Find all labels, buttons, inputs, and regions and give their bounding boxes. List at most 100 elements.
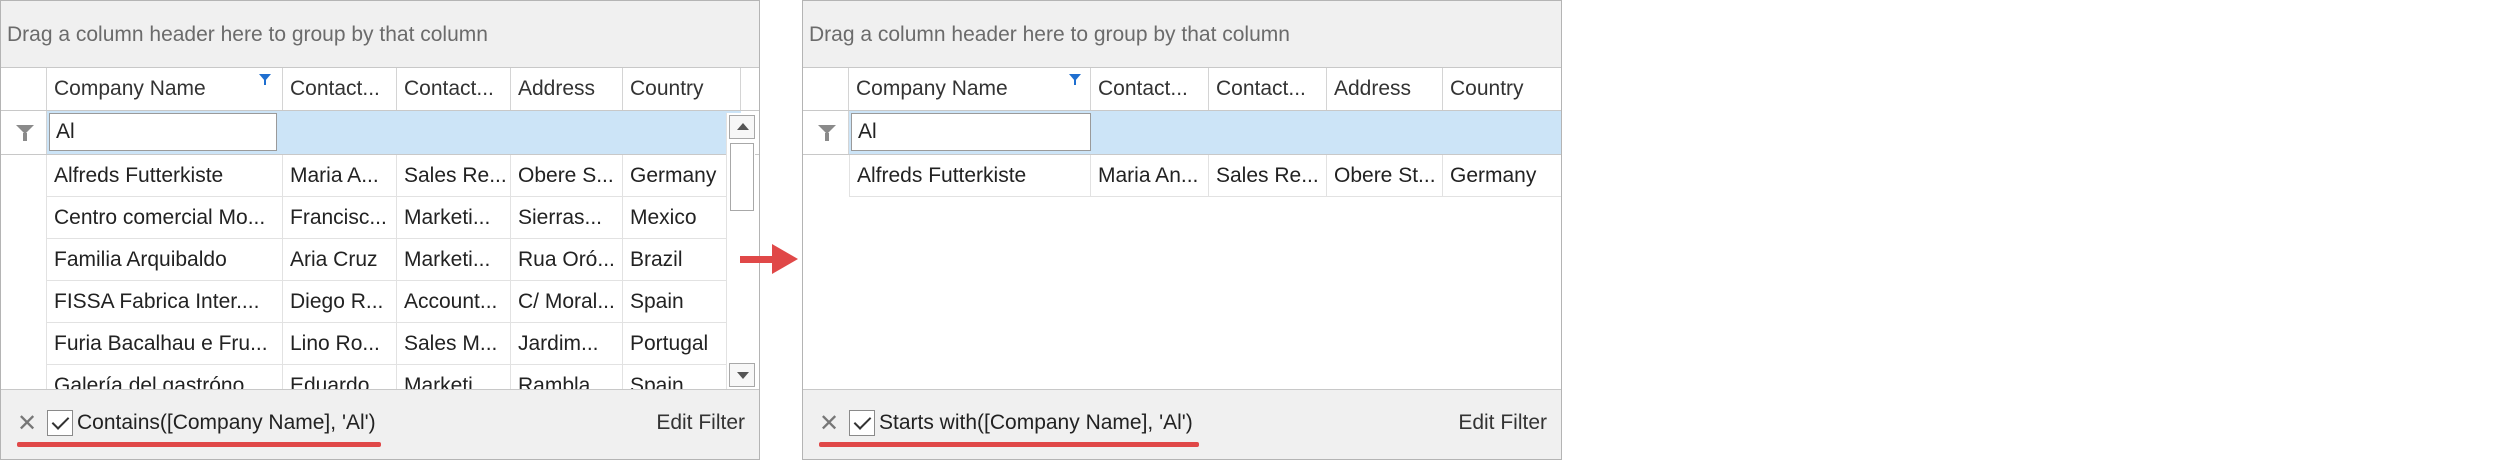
cell-company-name[interactable]: FISSA Fabrica Inter.... (47, 281, 283, 323)
filter-enabled-checkbox[interactable] (47, 410, 73, 436)
row-indicator (1, 239, 47, 281)
data-rows: Alfreds Futterkiste Maria An... Sales Re… (803, 155, 1561, 391)
row-indicator (1, 365, 47, 391)
column-header-company-name[interactable]: Company Name (849, 68, 1091, 110)
cell-company-name[interactable]: Galería del gastróno... (47, 365, 283, 391)
cell-country[interactable]: Mexico (623, 197, 729, 239)
auto-filter-input-company-name[interactable] (851, 113, 1091, 151)
table-row[interactable]: Alfreds Futterkiste Maria An... Sales Re… (803, 155, 1561, 197)
column-header-country[interactable]: Country (623, 68, 741, 110)
cell-country[interactable]: Portugal (623, 323, 729, 365)
cell-contact-title[interactable]: Sales M... (397, 323, 511, 365)
table-row[interactable]: Furia Bacalhau e Fru... Lino Ro... Sales… (1, 323, 759, 365)
cell-address[interactable]: Rambla... (511, 365, 623, 391)
cell-company-name[interactable]: Centro comercial Mo... (47, 197, 283, 239)
cell-company-name[interactable]: Familia Arquibaldo (47, 239, 283, 281)
table-row[interactable]: FISSA Fabrica Inter.... Diego R... Accou… (1, 281, 759, 323)
column-header-label: Contact... (1098, 77, 1188, 100)
cell-contact-title[interactable]: Sales Re... (1209, 155, 1327, 197)
row-indicator (1, 197, 47, 239)
auto-filter-row (803, 111, 1561, 155)
cell-contact-name[interactable]: Eduardo... (283, 365, 397, 391)
row-indicator (1, 155, 47, 197)
filter-expression[interactable]: Contains([Company Name], 'Al') (77, 410, 376, 436)
cell-contact-title[interactable]: Sales Re... (397, 155, 511, 197)
column-header-country[interactable]: Country (1443, 68, 1561, 110)
auto-filter-input-company-name[interactable] (49, 113, 277, 151)
cell-address[interactable]: Obere St... (1327, 155, 1443, 197)
column-header-label: Country (1450, 77, 1524, 100)
column-header-label: Contact... (290, 77, 380, 100)
auto-filter-indicator (803, 111, 849, 154)
column-header-contact-name[interactable]: Contact... (1091, 68, 1209, 110)
funnel-icon (818, 125, 836, 141)
close-icon[interactable]: ✕ (17, 412, 37, 436)
group-panel[interactable]: Drag a column header here to group by th… (1, 1, 759, 68)
table-row[interactable]: Alfreds Futterkiste Maria A... Sales Re.… (1, 155, 759, 197)
grid-starts-with-filter: Drag a column header here to group by th… (802, 0, 1562, 460)
column-header-label: Contact... (404, 77, 494, 100)
column-header-label: Contact... (1216, 77, 1306, 100)
cell-address[interactable]: Obere S... (511, 155, 623, 197)
cell-contact-title[interactable]: Marketi... (397, 197, 511, 239)
table-row[interactable]: Galería del gastróno... Eduardo... Marke… (1, 365, 759, 391)
filter-panel: ✕ Starts with([Company Name], 'Al') Edit… (803, 389, 1561, 459)
table-row[interactable]: Centro comercial Mo... Francisc... Marke… (1, 197, 759, 239)
column-header-label: Country (630, 77, 704, 100)
cell-company-name[interactable]: Alfreds Futterkiste (849, 155, 1091, 197)
column-header-contact-title[interactable]: Contact... (397, 68, 511, 110)
filter-applied-icon[interactable] (1069, 74, 1081, 85)
cell-company-name[interactable]: Alfreds Futterkiste (47, 155, 283, 197)
cell-country[interactable]: Germany (1443, 155, 1561, 197)
column-header-company-name[interactable]: Company Name (47, 68, 283, 110)
cell-address[interactable]: Rua Oró... (511, 239, 623, 281)
column-header-label: Company Name (856, 77, 1008, 100)
scroll-thumb[interactable] (730, 143, 754, 211)
table-row[interactable]: Familia Arquibaldo Aria Cruz Marketi... … (1, 239, 759, 281)
grid-contains-filter: Drag a column header here to group by th… (0, 0, 760, 460)
cell-country[interactable]: Spain (623, 281, 729, 323)
group-panel[interactable]: Drag a column header here to group by th… (803, 1, 1561, 68)
column-header-label: Address (518, 77, 596, 100)
column-header-address[interactable]: Address (1327, 68, 1443, 110)
filter-expression[interactable]: Starts with([Company Name], 'Al') (879, 410, 1193, 436)
scroll-up-button[interactable] (729, 115, 755, 139)
cell-address[interactable]: Sierras... (511, 197, 623, 239)
cell-contact-title[interactable]: Marketi... (397, 365, 511, 391)
row-indicator (803, 155, 849, 197)
row-indicator (1, 281, 47, 323)
funnel-icon (16, 125, 34, 141)
cell-country[interactable]: Brazil (623, 239, 729, 281)
auto-filter-row (1, 111, 759, 155)
cell-country[interactable]: Germany (623, 155, 729, 197)
cell-contact-name[interactable]: Francisc... (283, 197, 397, 239)
cell-contact-title[interactable]: Marketi... (397, 239, 511, 281)
edit-filter-button[interactable]: Edit Filter (1458, 410, 1547, 436)
cell-contact-title[interactable]: Account... (397, 281, 511, 323)
column-header-contact-name[interactable]: Contact... (283, 68, 397, 110)
cell-company-name[interactable]: Furia Bacalhau e Fru... (47, 323, 283, 365)
filter-applied-icon[interactable] (259, 74, 271, 85)
cell-contact-name[interactable]: Maria An... (1091, 155, 1209, 197)
column-header-address[interactable]: Address (511, 68, 623, 110)
cell-contact-name[interactable]: Lino Ro... (283, 323, 397, 365)
cell-address[interactable]: Jardim... (511, 323, 623, 365)
column-header-row: Company Name Contact... Contact... Addre… (1, 68, 759, 111)
filter-enabled-checkbox[interactable] (849, 410, 875, 436)
edit-filter-button[interactable]: Edit Filter (656, 410, 745, 436)
filter-panel: ✕ Contains([Company Name], 'Al') Edit Fi… (1, 389, 759, 459)
cell-contact-name[interactable]: Aria Cruz (283, 239, 397, 281)
scroll-down-button[interactable] (729, 363, 755, 387)
chevron-up-icon (737, 123, 749, 130)
column-header-contact-title[interactable]: Contact... (1209, 68, 1327, 110)
right-arrow-icon (740, 244, 798, 274)
cell-contact-name[interactable]: Diego R... (283, 281, 397, 323)
cell-country[interactable]: Spain (623, 365, 729, 391)
close-icon[interactable]: ✕ (819, 412, 839, 436)
cell-address[interactable]: C/ Moral... (511, 281, 623, 323)
cell-contact-name[interactable]: Maria A... (283, 155, 397, 197)
header-indicator-cell (803, 68, 849, 110)
row-indicator (1, 323, 47, 365)
group-panel-text: Drag a column header here to group by th… (7, 23, 488, 46)
column-header-label: Company Name (54, 77, 206, 100)
